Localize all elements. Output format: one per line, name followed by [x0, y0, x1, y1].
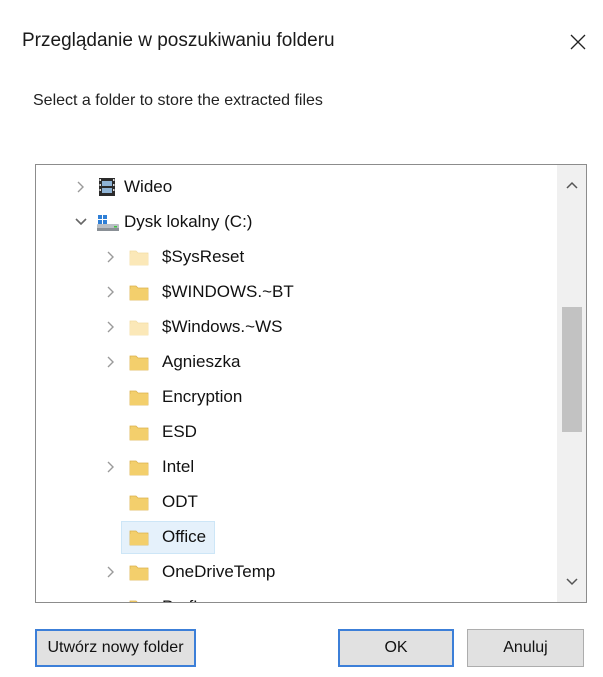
scroll-up-button[interactable]	[557, 165, 586, 205]
tree-item[interactable]: Dysk lokalny (C:)	[36, 205, 558, 240]
chevron-right-icon[interactable]	[74, 179, 88, 195]
folder-icon	[128, 561, 150, 583]
tree-item[interactable]: OneDriveTemp	[36, 555, 558, 590]
chevron-right-icon[interactable]	[104, 459, 118, 475]
chevron-right-icon[interactable]	[104, 284, 118, 300]
tree-item-label: Wideo	[124, 177, 173, 196]
tree-item[interactable]: Agnieszka	[36, 345, 558, 380]
chevron-right-icon[interactable]	[104, 354, 118, 370]
folder-icon	[128, 421, 150, 443]
video-icon	[96, 176, 118, 198]
ok-button[interactable]: OK	[338, 629, 454, 667]
chevron-right-icon[interactable]	[104, 249, 118, 265]
chevron-right-icon[interactable]	[104, 564, 118, 580]
cancel-button[interactable]: Anuluj	[467, 629, 584, 667]
folder-tree-content: Wideo Dysk lokalny (C:) $SysReset $WINDOWS.…	[36, 165, 558, 602]
tree-item-label: Office	[162, 527, 207, 546]
tree-item[interactable]: $SysReset	[36, 240, 558, 275]
instruction-text: Select a folder to store the extracted f…	[33, 92, 323, 109]
scrollbar-track[interactable]	[557, 205, 586, 562]
chevron-up-icon	[566, 181, 578, 189]
tree-item-label: OneDriveTemp	[162, 562, 276, 581]
tree-item[interactable]: Encryption	[36, 380, 558, 415]
title-bar: Przeglądanie w poszukiwaniu folderu	[0, 0, 603, 80]
cancel-button-label: Anuluj	[503, 639, 548, 656]
folder-icon	[128, 491, 150, 513]
tree-item[interactable]: Intel	[36, 450, 558, 485]
new-folder-button-label: Utwórz nowy folder	[47, 639, 184, 656]
drive-icon	[96, 211, 119, 233]
folder-icon	[128, 456, 150, 478]
tree-item-label: $SysReset	[162, 247, 245, 266]
folder-hidden-icon	[128, 316, 150, 338]
tree-item[interactable]: PerfLogs	[36, 590, 558, 602]
chevron-down-icon[interactable]	[74, 214, 88, 230]
folder-icon	[128, 281, 150, 303]
tree-item[interactable]: ODT	[36, 485, 558, 520]
chevron-down-icon	[566, 578, 578, 586]
folder-tree[interactable]: Wideo Dysk lokalny (C:) $SysReset $WINDOWS.…	[35, 164, 587, 603]
tree-item-label: Agnieszka	[162, 352, 241, 371]
tree-item-label: Encryption	[162, 387, 243, 406]
close-icon	[570, 34, 586, 50]
folder-icon	[128, 386, 150, 408]
tree-item[interactable]: ESD	[36, 415, 558, 450]
scrollbar-thumb[interactable]	[562, 307, 582, 432]
folder-icon	[128, 351, 150, 373]
tree-item-label: PerfLogs	[162, 597, 230, 602]
tree-item-label: ODT	[162, 492, 198, 511]
folder-icon	[128, 596, 150, 602]
tree-item[interactable]: Office	[36, 520, 558, 555]
tree-item-label: Intel	[162, 457, 195, 476]
ok-button-label: OK	[384, 639, 408, 656]
tree-item[interactable]: $WINDOWS.~BT	[36, 275, 558, 310]
new-folder-button[interactable]: Utwórz nowy folder	[35, 629, 196, 667]
browse-folder-dialog: Przeglądanie w poszukiwaniu folderu Sele…	[0, 0, 603, 677]
folder-hidden-icon	[128, 246, 150, 268]
tree-item-label: ESD	[162, 422, 197, 441]
tree-item[interactable]: $Windows.~WS	[36, 310, 558, 345]
tree-item-label: $Windows.~WS	[162, 317, 283, 336]
chevron-right-icon[interactable]	[104, 319, 118, 335]
tree-item-label: $WINDOWS.~BT	[162, 282, 294, 301]
folder-icon	[128, 526, 150, 548]
dialog-title: Przeglądanie w poszukiwaniu folderu	[22, 30, 335, 51]
scroll-down-button[interactable]	[557, 562, 586, 602]
tree-item[interactable]: Wideo	[36, 170, 558, 205]
tree-item-label: Dysk lokalny (C:)	[124, 212, 253, 231]
close-button[interactable]	[556, 20, 600, 64]
vertical-scrollbar[interactable]	[557, 165, 586, 602]
